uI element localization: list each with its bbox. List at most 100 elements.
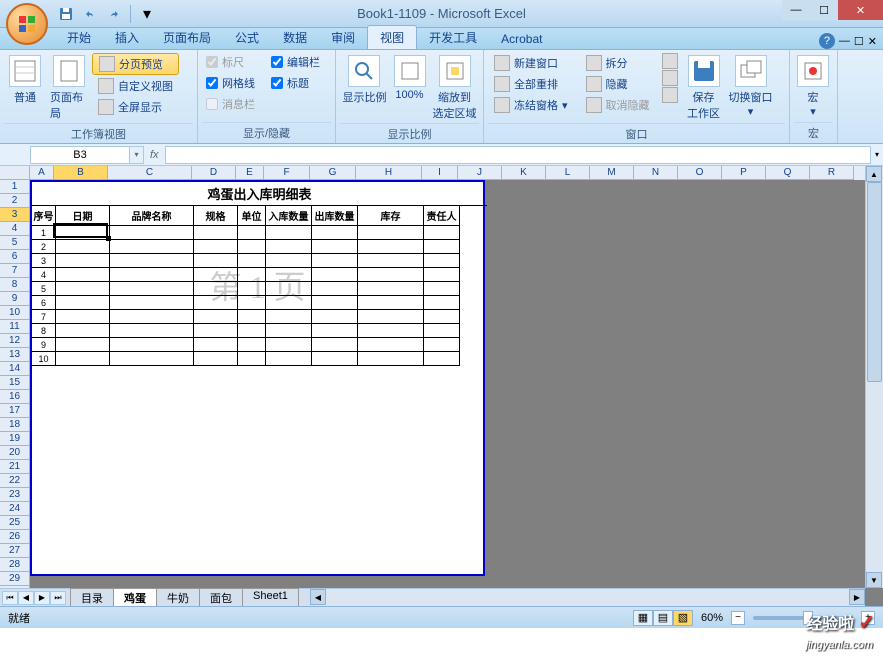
view-page-layout-button[interactable]: 页面布局 [48,53,90,123]
column-header-B[interactable]: B [54,166,108,180]
view-side-icon[interactable] [662,53,678,69]
save-button[interactable] [55,3,77,25]
column-header-I[interactable]: I [422,166,458,180]
table-cell[interactable] [194,310,238,324]
table-cell[interactable] [194,282,238,296]
row-header-7[interactable]: 7 [0,264,30,278]
split-button[interactable]: 拆分 [580,53,656,73]
page-break-preview-button[interactable]: 分页预览 [92,53,179,75]
zoom-out-button[interactable]: − [731,611,745,625]
table-cell[interactable] [238,296,266,310]
table-cell[interactable] [56,282,110,296]
table-cell[interactable]: 9 [32,338,56,352]
status-page-layout-view[interactable]: ▤ [653,610,673,626]
table-cell[interactable] [266,254,312,268]
column-header-Q[interactable]: Q [766,166,810,180]
column-header-P[interactable]: P [722,166,766,180]
table-cell[interactable] [312,338,358,352]
row-header-29[interactable]: 29 [0,572,30,586]
table-cell[interactable] [358,282,424,296]
table-cell[interactable] [424,240,460,254]
table-cell[interactable] [56,226,110,240]
table-cell[interactable] [238,338,266,352]
table-cell[interactable] [56,338,110,352]
table-cell[interactable] [266,338,312,352]
table-cell[interactable] [266,240,312,254]
table-cell[interactable] [238,282,266,296]
sync-scroll-icon[interactable] [662,70,678,86]
table-cell[interactable]: 3 [32,254,56,268]
table-cell[interactable] [110,338,194,352]
table-cell[interactable] [358,226,424,240]
table-cell[interactable] [312,352,358,366]
row-header-11[interactable]: 11 [0,320,30,334]
row-header-13[interactable]: 13 [0,348,30,362]
table-cell[interactable] [424,352,460,366]
table-cell[interactable] [424,310,460,324]
row-header-6[interactable]: 6 [0,250,30,264]
maximize-button[interactable]: ☐ [810,0,838,20]
row-header-20[interactable]: 20 [0,446,30,460]
table-cell[interactable] [424,338,460,352]
sheet-nav-first[interactable]: ⏮ [2,591,18,605]
horizontal-scrollbar[interactable]: ◀ ▶ [310,588,865,606]
sheet-nav-last[interactable]: ⏭ [50,591,66,605]
table-cell[interactable] [266,268,312,282]
sheet-nav-next[interactable]: ▶ [34,591,50,605]
scroll-up-button[interactable]: ▲ [866,166,882,182]
minimize-button[interactable]: — [782,0,810,20]
table-cell[interactable] [56,296,110,310]
row-header-3[interactable]: 3 [0,208,30,222]
table-cell[interactable] [56,352,110,366]
table-cell[interactable] [238,324,266,338]
table-cell[interactable]: 5 [32,282,56,296]
sheet-tab-牛奶[interactable]: 牛奶 [156,588,200,607]
row-header-22[interactable]: 22 [0,474,30,488]
formula-bar-checkbox[interactable]: 编辑栏 [267,53,324,71]
column-header-F[interactable]: F [264,166,310,180]
cells-area[interactable]: 第 1 页 鸡蛋出入库明细表 序号日期品牌名称规格单位入库数量出库数量库存责任人… [30,180,865,588]
table-cell[interactable] [194,324,238,338]
zoom-button[interactable]: 显示比例 [340,53,389,107]
formula-expand-icon[interactable]: ▾ [875,150,879,159]
row-header-14[interactable]: 14 [0,362,30,376]
table-cell[interactable] [194,268,238,282]
table-cell[interactable] [110,324,194,338]
table-cell[interactable] [424,296,460,310]
headings-checkbox[interactable]: 标题 [267,74,324,92]
sheet-tab-Sheet1[interactable]: Sheet1 [242,588,299,607]
table-cell[interactable] [358,352,424,366]
tab-开发工具[interactable]: 开发工具 [417,26,489,49]
row-header-9[interactable]: 9 [0,292,30,306]
column-header-M[interactable]: M [590,166,634,180]
row-header-16[interactable]: 16 [0,390,30,404]
table-cell[interactable] [424,254,460,268]
row-header-12[interactable]: 12 [0,334,30,348]
close-button[interactable]: ✕ [838,0,883,20]
column-header-D[interactable]: D [192,166,236,180]
row-header-25[interactable]: 25 [0,516,30,530]
column-header-L[interactable]: L [546,166,590,180]
table-cell[interactable] [424,268,460,282]
select-all-button[interactable] [0,166,30,180]
scroll-down-button[interactable]: ▼ [866,572,882,588]
row-header-28[interactable]: 28 [0,558,30,572]
row-header-21[interactable]: 21 [0,460,30,474]
table-cell[interactable] [358,296,424,310]
table-cell[interactable] [110,310,194,324]
column-header-C[interactable]: C [108,166,192,180]
new-window-button[interactable]: 新建窗口 [488,53,574,73]
doc-minimize-icon[interactable]: — [839,35,850,47]
table-cell[interactable] [312,310,358,324]
fx-icon[interactable]: fx [150,149,159,161]
tab-审阅[interactable]: 审阅 [319,26,367,49]
table-cell[interactable] [312,268,358,282]
office-button[interactable] [6,3,48,45]
table-cell[interactable]: 8 [32,324,56,338]
table-cell[interactable] [56,268,110,282]
table-cell[interactable] [312,324,358,338]
table-cell[interactable] [266,352,312,366]
table-cell[interactable] [358,310,424,324]
table-cell[interactable]: 7 [32,310,56,324]
table-cell[interactable] [56,324,110,338]
